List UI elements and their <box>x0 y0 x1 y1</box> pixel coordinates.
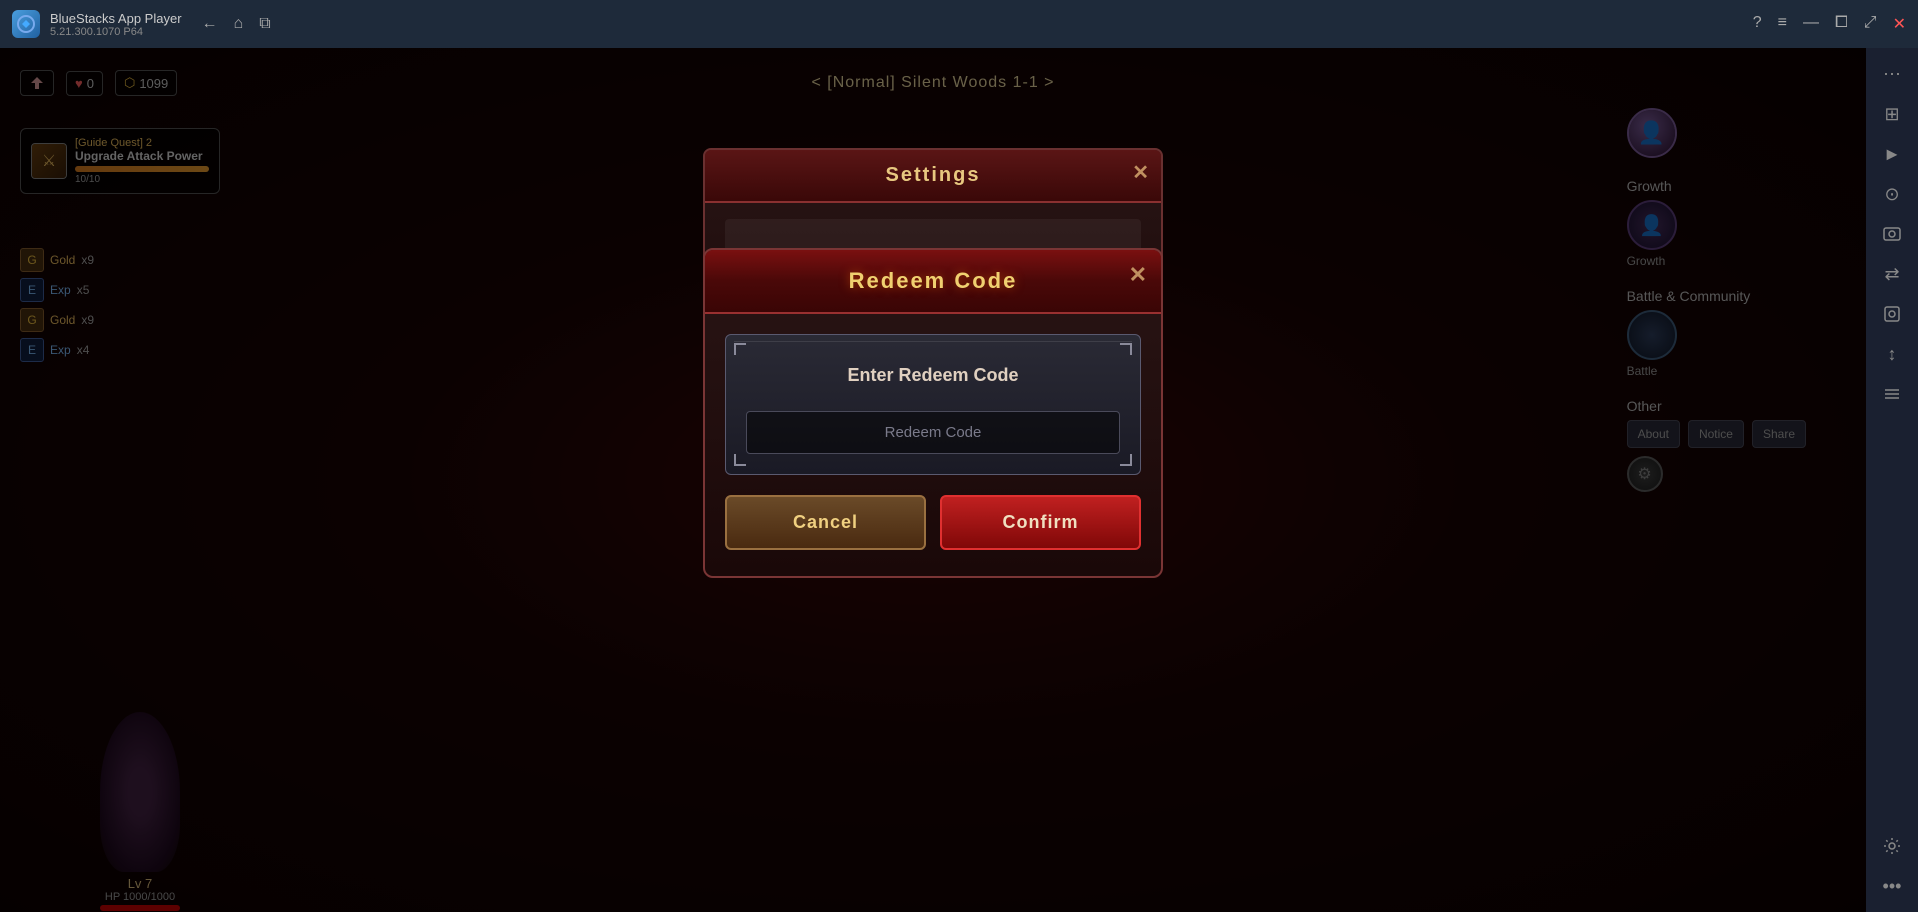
redeem-footer: Cancel Confirm <box>725 495 1141 556</box>
redeem-input-area: Enter Redeem Code <box>725 334 1141 475</box>
maximize-button[interactable]: ⤢ <box>1864 14 1877 34</box>
right-sidebar: ⋯ ⊞ ► ⊙ ⇄ ↕ ••• <box>1866 48 1918 912</box>
sidebar-icon-1[interactable]: ⋯ <box>1872 56 1912 92</box>
settings-sidebar-icon[interactable] <box>1872 828 1912 864</box>
help-button[interactable]: ? <box>1753 14 1762 34</box>
cancel-button[interactable]: Cancel <box>725 495 926 550</box>
menu-button[interactable]: ≡ <box>1778 14 1787 34</box>
sidebar-icon-9[interactable] <box>1872 376 1912 412</box>
nav-back-button[interactable]: ← <box>202 15 218 33</box>
redeem-title: Redeem Code <box>849 268 1018 293</box>
sidebar-icon-5[interactable] <box>1872 216 1912 252</box>
sidebar-icon-2[interactable]: ⊞ <box>1872 96 1912 132</box>
redeem-input-label: Enter Redeem Code <box>746 365 1120 386</box>
sidebar-icon-8[interactable]: ↕ <box>1872 336 1912 372</box>
sidebar-icon-3[interactable]: ► <box>1872 136 1912 172</box>
confirm-label: Confirm <box>1003 512 1079 532</box>
sidebar-icon-4[interactable]: ⊙ <box>1872 176 1912 212</box>
corner-br <box>1120 454 1132 466</box>
redeem-modal: Redeem Code ✕ Enter Redeem Code Cancel C… <box>703 248 1163 578</box>
cancel-label: Cancel <box>793 512 858 532</box>
sidebar-dots-icon[interactable]: ••• <box>1872 868 1912 904</box>
app-version: 5.21.300.1070 P64 <box>50 26 182 38</box>
restore-button[interactable]: ⧠ <box>1835 14 1848 34</box>
redeem-code-input[interactable] <box>746 411 1120 454</box>
redeem-header: Redeem Code ✕ <box>705 250 1161 314</box>
titlebar: BlueStacks App Player 5.21.300.1070 P64 … <box>0 0 1918 48</box>
redeem-close-button[interactable]: ✕ <box>1129 262 1147 288</box>
confirm-button[interactable]: Confirm <box>940 495 1141 550</box>
settings-close-button[interactable]: ✕ <box>1132 160 1149 185</box>
app-logo <box>12 10 40 38</box>
sidebar-icon-6[interactable]: ⇄ <box>1872 256 1912 292</box>
settings-header: Settings ✕ <box>705 150 1161 203</box>
titlebar-controls: ? ≡ — ⧠ ⤢ ✕ <box>1753 14 1906 34</box>
corner-tr <box>1120 343 1132 355</box>
app-name: BlueStacks App Player <box>50 11 182 26</box>
corner-bl <box>734 454 746 466</box>
sidebar-icon-7[interactable] <box>1872 296 1912 332</box>
titlebar-nav: ← ⌂ ⧉ <box>202 15 271 33</box>
redeem-body: Enter Redeem Code Cancel Confirm <box>705 314 1161 576</box>
game-background: ♥ 0 ⬡ 1099 < [Normal] Silent Woods 1-1 >… <box>0 48 1866 912</box>
corner-tl <box>734 343 746 355</box>
nav-copy-button[interactable]: ⧉ <box>259 15 270 33</box>
nav-home-button[interactable]: ⌂ <box>234 15 244 33</box>
close-button[interactable]: ✕ <box>1893 14 1906 34</box>
minimize-button[interactable]: — <box>1803 14 1819 34</box>
settings-title: Settings <box>886 164 981 186</box>
